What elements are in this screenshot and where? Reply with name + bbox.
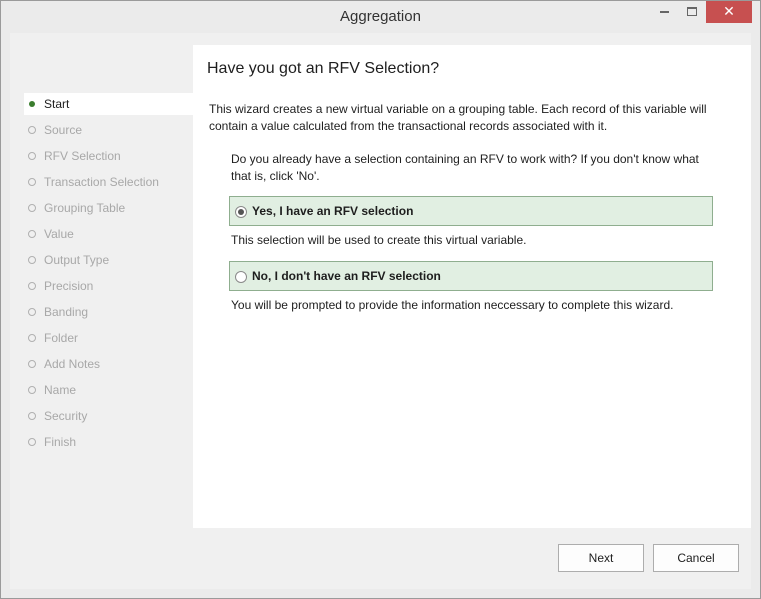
pending-step-icon xyxy=(28,256,36,264)
pending-step-icon xyxy=(28,282,36,290)
pending-step-icon xyxy=(28,152,36,160)
step-add-notes: Add Notes xyxy=(24,353,193,375)
option-no-hint: You will be prompted to provide the info… xyxy=(231,298,674,312)
page-title: Have you got an RFV Selection? xyxy=(207,60,440,77)
step-output-type: Output Type xyxy=(24,249,193,271)
wizard-window: Aggregation ✕ Start Source RFV Selection… xyxy=(0,0,761,599)
step-finish: Finish xyxy=(24,431,193,453)
pending-step-icon xyxy=(28,386,36,394)
pending-step-icon xyxy=(28,308,36,316)
maximize-icon xyxy=(687,7,697,16)
close-button[interactable]: ✕ xyxy=(706,1,752,23)
pending-step-icon xyxy=(28,334,36,342)
step-label: Source xyxy=(44,123,83,137)
cancel-button[interactable]: Cancel xyxy=(653,544,739,572)
step-label: Precision xyxy=(44,279,94,293)
pending-step-icon xyxy=(28,126,36,134)
step-label: Finish xyxy=(44,435,77,449)
step-label: Banding xyxy=(44,305,89,319)
pending-step-icon xyxy=(28,178,36,186)
step-folder: Folder xyxy=(24,327,193,349)
title-bar[interactable]: Aggregation ✕ xyxy=(1,1,760,33)
pending-step-icon xyxy=(28,204,36,212)
step-label: RFV Selection xyxy=(44,149,121,163)
maximize-button[interactable] xyxy=(679,1,705,23)
step-label: Add Notes xyxy=(44,357,101,371)
step-name: Name xyxy=(24,379,193,401)
radio-unselected-icon[interactable] xyxy=(235,271,247,283)
step-banding: Banding xyxy=(24,301,193,323)
option-label: Yes, I have an RFV selection xyxy=(252,204,414,218)
step-precision: Precision xyxy=(24,275,193,297)
option-no-rfv[interactable]: No, I don't have an RFV selection xyxy=(229,261,713,291)
step-label: Transaction Selection xyxy=(44,175,159,189)
wizard-page: Have you got an RFV Selection? This wiza… xyxy=(193,45,751,528)
current-step-icon xyxy=(29,101,35,107)
step-start: Start xyxy=(24,93,193,115)
pending-step-icon xyxy=(28,412,36,420)
step-security: Security xyxy=(24,405,193,427)
page-description: This wizard creates a new virtual variab… xyxy=(209,102,707,133)
step-label: Security xyxy=(44,409,88,423)
step-transaction-selection: Transaction Selection xyxy=(24,171,193,193)
option-yes-hint: This selection will be used to create th… xyxy=(231,233,527,247)
window-title: Aggregation xyxy=(340,8,421,25)
steps-sidebar: Start Source RFV Selection Transaction S… xyxy=(10,33,193,528)
step-value: Value xyxy=(24,223,193,245)
step-label: Name xyxy=(44,383,77,397)
pending-step-icon xyxy=(28,360,36,368)
button-bar: Next Cancel xyxy=(10,528,751,589)
pending-step-icon xyxy=(28,438,36,446)
question-text: Do you already have a selection containi… xyxy=(231,152,699,183)
step-label: Value xyxy=(44,227,74,241)
wizard-body: Start Source RFV Selection Transaction S… xyxy=(10,33,751,589)
step-source: Source xyxy=(24,119,193,141)
option-label: No, I don't have an RFV selection xyxy=(252,269,441,283)
option-yes-rfv[interactable]: Yes, I have an RFV selection xyxy=(229,196,713,226)
step-rfv-selection: RFV Selection xyxy=(24,145,193,167)
step-label: Start xyxy=(44,97,70,111)
step-grouping-table: Grouping Table xyxy=(24,197,193,219)
next-button[interactable]: Next xyxy=(558,544,644,572)
minimize-icon xyxy=(659,10,669,13)
step-label: Folder xyxy=(44,331,79,345)
close-icon: ✕ xyxy=(723,4,735,20)
minimize-button[interactable] xyxy=(651,1,677,23)
radio-selected-icon[interactable] xyxy=(235,206,247,218)
pending-step-icon xyxy=(28,230,36,238)
step-label: Grouping Table xyxy=(44,201,126,215)
step-label: Output Type xyxy=(44,253,110,267)
